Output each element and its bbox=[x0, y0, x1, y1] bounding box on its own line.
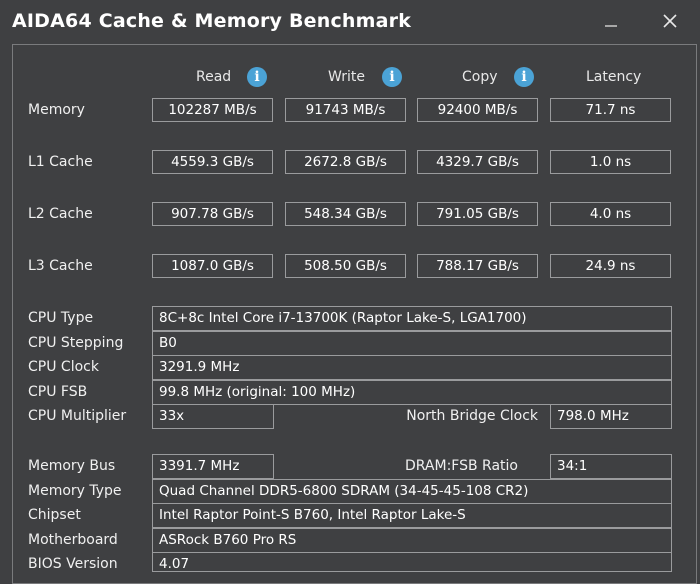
dram-fsb-ratio-label: DRAM:FSB Ratio bbox=[404, 458, 518, 474]
memory-copy-value: 92400 MB/s bbox=[417, 98, 538, 122]
window-title: AIDA64 Cache & Memory Benchmark bbox=[12, 10, 412, 32]
cpu-multiplier-value: 33x bbox=[152, 404, 274, 429]
row-label-l1-cache: L1 Cache bbox=[28, 154, 93, 170]
chipset-value: Intel Raptor Point-S B760, Intel Raptor … bbox=[152, 503, 672, 528]
l1-read-value: 4559.3 GB/s bbox=[152, 150, 273, 174]
column-header-write: Write bbox=[328, 69, 365, 85]
l1-write-value: 2672.8 GB/s bbox=[285, 150, 406, 174]
row-label-l2-cache: L2 Cache bbox=[28, 206, 93, 222]
cpu-type-label: CPU Type bbox=[28, 310, 94, 326]
l1-copy-value: 4329.7 GB/s bbox=[417, 150, 538, 174]
memory-type-label: Memory Type bbox=[28, 483, 122, 499]
cpu-clock-label: CPU Clock bbox=[28, 359, 99, 375]
memory-latency-value: 71.7 ns bbox=[550, 98, 671, 122]
cpu-clock-value: 3291.9 MHz bbox=[152, 355, 672, 380]
north-bridge-clock-value: 798.0 MHz bbox=[550, 404, 672, 429]
l1-latency-value: 1.0 ns bbox=[550, 150, 671, 174]
cpu-multiplier-label: CPU Multiplier bbox=[28, 408, 127, 424]
row-label-memory: Memory bbox=[28, 102, 85, 118]
bios-version-value: 4.07 bbox=[152, 552, 672, 572]
cpu-fsb-value: 99.8 MHz (original: 100 MHz) bbox=[152, 380, 672, 405]
motherboard-value: ASRock B760 Pro RS bbox=[152, 528, 672, 553]
cpu-stepping-value: B0 bbox=[152, 331, 672, 356]
memory-write-value: 91743 MB/s bbox=[285, 98, 406, 122]
l2-write-value: 548.34 GB/s bbox=[285, 202, 406, 226]
motherboard-label: Motherboard bbox=[28, 532, 118, 548]
l3-read-value: 1087.0 GB/s bbox=[152, 254, 273, 278]
column-header-latency: Latency bbox=[586, 69, 642, 85]
memory-bus-label: Memory Bus bbox=[28, 458, 116, 474]
minimize-icon bbox=[605, 25, 617, 27]
close-button[interactable] bbox=[657, 8, 683, 34]
l2-read-value: 907.78 GB/s bbox=[152, 202, 273, 226]
chipset-label: Chipset bbox=[28, 507, 81, 523]
bios-version-label: BIOS Version bbox=[28, 556, 118, 572]
l3-write-value: 508.50 GB/s bbox=[285, 254, 406, 278]
info-icon[interactable]: i bbox=[382, 67, 402, 87]
l2-latency-value: 4.0 ns bbox=[550, 202, 671, 226]
memory-type-value: Quad Channel DDR5-6800 SDRAM (34-45-45-1… bbox=[152, 479, 672, 504]
cpu-fsb-label: CPU FSB bbox=[28, 384, 88, 400]
memory-read-value: 102287 MB/s bbox=[152, 98, 273, 122]
l3-copy-value: 788.17 GB/s bbox=[417, 254, 538, 278]
cpu-stepping-label: CPU Stepping bbox=[28, 335, 124, 351]
column-header-copy: Copy bbox=[462, 69, 498, 85]
memory-bus-value: 3391.7 MHz bbox=[152, 454, 274, 479]
row-label-l3-cache: L3 Cache bbox=[28, 258, 93, 274]
l2-copy-value: 791.05 GB/s bbox=[417, 202, 538, 226]
cpu-type-value: 8C+8c Intel Core i7-13700K (Raptor Lake-… bbox=[152, 306, 672, 331]
dram-fsb-ratio-value: 34:1 bbox=[550, 454, 672, 479]
title-bar: AIDA64 Cache & Memory Benchmark bbox=[0, 0, 700, 44]
north-bridge-clock-label: North Bridge Clock bbox=[406, 408, 538, 424]
close-icon bbox=[663, 14, 677, 28]
info-icon[interactable]: i bbox=[514, 67, 534, 87]
l3-latency-value: 24.9 ns bbox=[550, 254, 671, 278]
column-header-read: Read bbox=[196, 69, 232, 85]
minimize-button[interactable] bbox=[598, 8, 624, 34]
info-icon[interactable]: i bbox=[247, 67, 267, 87]
